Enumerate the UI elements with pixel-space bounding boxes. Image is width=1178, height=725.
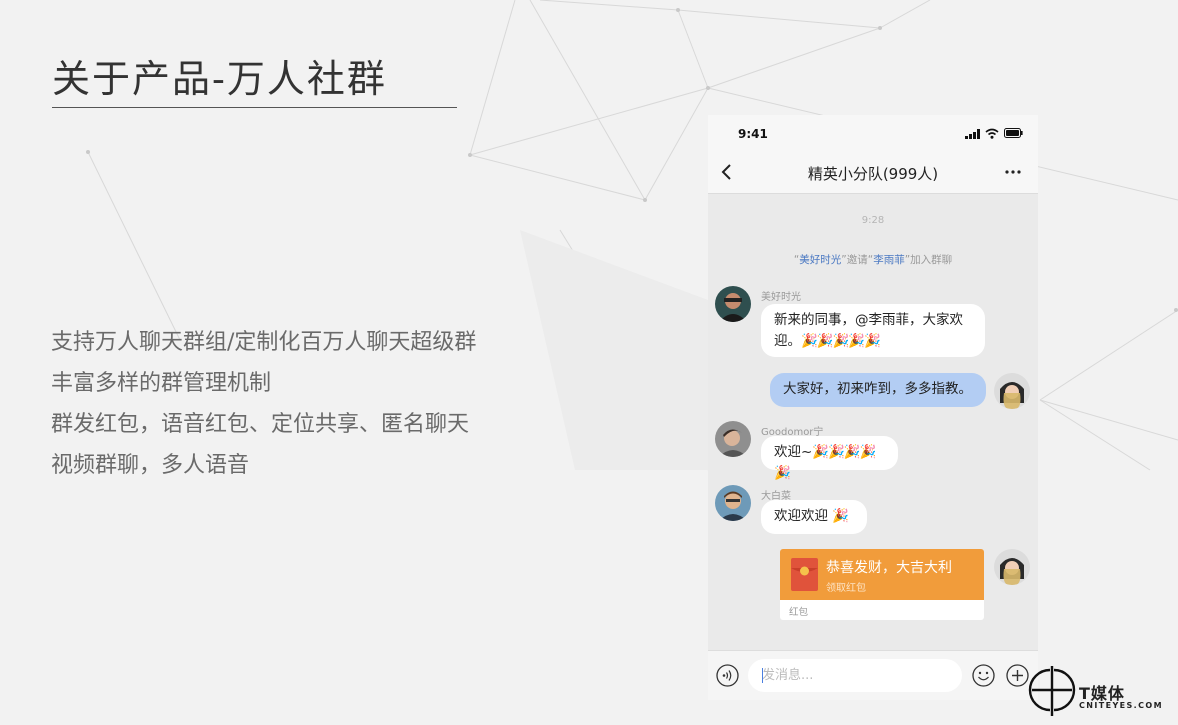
time-divider: 9:28 xyxy=(861,215,885,226)
chat-nav-bar: 精英小分队(999人) xyxy=(708,153,1038,194)
chat-title: 精英小分队(999人) xyxy=(807,165,939,183)
system-message: “美好时光”邀请“李雨菲”加入群聊 xyxy=(793,254,953,266)
feature-item: 视频群聊，多人语音 xyxy=(51,453,250,478)
feature-item: 支持万人聊天群组/定制化百万人聊天超级群 xyxy=(51,330,477,355)
status-bar: 9:41 xyxy=(708,115,1038,153)
message-text: 新来的同事，@李雨菲，大家欢 xyxy=(774,312,963,328)
signal-icon xyxy=(965,129,980,139)
red-packet-header: 恭喜发财，大吉大利 领取红包 xyxy=(780,549,984,600)
message-bubble[interactable]: 欢迎~🎉🎉🎉🎉🎉 xyxy=(761,436,898,481)
red-packet-label: 红包 xyxy=(789,607,809,618)
message-input[interactable] xyxy=(748,659,962,692)
red-packet-subtitle: 领取红包 xyxy=(826,583,866,594)
message-text: 欢迎~ xyxy=(774,444,813,460)
emoji-icon[interactable] xyxy=(972,664,995,687)
brand-domain: CNITEYES.COM xyxy=(1079,701,1163,710)
wifi-icon xyxy=(985,128,999,139)
system-inviter[interactable]: 美好时光 xyxy=(799,254,841,266)
party-popper-emoji: 🎉🎉🎉🎉🎉 xyxy=(801,333,881,349)
brand-logo-icon xyxy=(1028,666,1076,716)
party-popper-emoji: 🎉 xyxy=(832,508,849,524)
feature-list: 支持万人聊天群组/定制化百万人聊天超级群 丰富多样的群管理机制 群发红包，语音红… xyxy=(51,322,476,486)
red-packet-footer: 红包 xyxy=(780,600,984,620)
brand-watermark: T媒体 CNITEYES.COM xyxy=(1028,664,1178,720)
message-bubble[interactable]: 欢迎欢迎 🎉 xyxy=(761,500,867,534)
avatar[interactable] xyxy=(715,421,751,457)
message-text: 迎。 xyxy=(774,333,801,349)
title-underline xyxy=(52,107,457,108)
voice-input-icon[interactable] xyxy=(716,664,739,687)
message-text: 大家好，初来咋到，多多指教。 xyxy=(783,381,972,397)
red-packet-title: 恭喜发财，大吉大利 xyxy=(826,560,952,576)
message-bubble[interactable]: 新来的同事，@李雨菲，大家欢 迎。🎉🎉🎉🎉🎉 xyxy=(761,304,985,357)
sender-name: 美好时光 xyxy=(761,292,801,303)
my-avatar[interactable] xyxy=(994,373,1030,409)
red-envelope-icon xyxy=(791,558,818,591)
feature-item: 群发红包，语音红包、定位共享、匿名聊天 xyxy=(51,412,470,437)
feature-item: 丰富多样的群管理机制 xyxy=(51,371,272,396)
system-verb: 邀请 xyxy=(846,254,868,266)
message-text: 欢迎欢迎 xyxy=(774,508,833,524)
plus-icon[interactable] xyxy=(1006,664,1029,687)
red-packet-card[interactable]: 恭喜发财，大吉大利 领取红包 红包 xyxy=(780,549,984,620)
my-avatar[interactable] xyxy=(994,549,1030,585)
battery-icon xyxy=(1004,128,1023,138)
system-suffix: 加入群聊 xyxy=(910,254,953,266)
avatar[interactable] xyxy=(715,286,751,322)
text-caret xyxy=(762,668,763,683)
slide-title: 关于产品-万人社群 xyxy=(52,57,387,101)
message-input-bar xyxy=(708,650,1038,700)
more-dots-icon[interactable] xyxy=(1004,165,1022,179)
avatar[interactable] xyxy=(715,485,751,521)
message-bubble-mine[interactable]: 大家好，初来咋到，多多指教。 xyxy=(770,373,986,407)
status-time: 9:41 xyxy=(738,127,768,141)
phone-mockup: 9:41 精英小分队(999人) 9:28 “美好时光”邀请“李雨菲”加入群聊 … xyxy=(708,115,1038,700)
system-invitee[interactable]: 李雨菲 xyxy=(873,254,905,266)
